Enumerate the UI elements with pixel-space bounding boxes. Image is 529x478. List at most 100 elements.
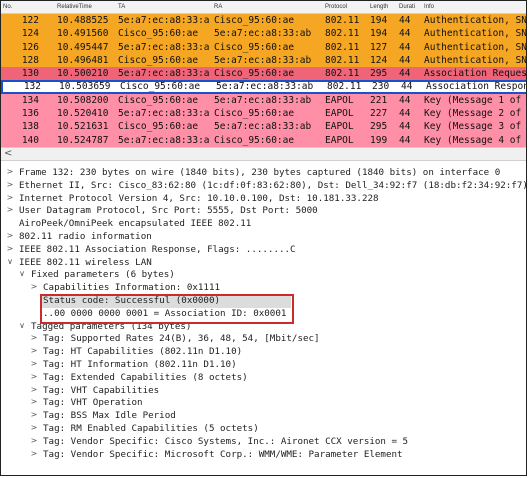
horizontal-scrollbar[interactable]: < [1, 147, 526, 161]
expand-chevron-icon[interactable]: > [29, 436, 39, 445]
packet-cell-ra: Cisco_95:60:ae [214, 15, 295, 26]
detail-tree-item[interactable]: ∨ IEEE 802.11 wireless LAN [1, 257, 526, 270]
packet-cell-info: Key (Message 2 of 4) [424, 108, 527, 120]
packet-cell-dur: 44 [399, 68, 411, 80]
packet-cell-no: 140 [21, 134, 39, 146]
expand-chevron-icon[interactable]: > [5, 193, 15, 202]
collapse-chevron-icon[interactable]: ∨ [17, 321, 27, 330]
packet-cell-ra: 5e:a7:ec:a8:33:ab [216, 81, 314, 93]
packet-row[interactable]: 140 10.524787 5e:a7:ec:a8:33:ab Cisco_95:60… [1, 133, 527, 147]
packet-row[interactable]: 122 10.488525 5e:a7:ec:a8:33:ab Cisco_95:60… [1, 14, 526, 28]
packet-cell-ra: Cisco_95:60:ae [214, 41, 295, 53]
collapse-chevron-icon[interactable]: ∨ [5, 257, 15, 266]
column-header-ra[interactable]: RA [214, 4, 222, 10]
detail-tree-item[interactable]: > Tag: VHT Operation [1, 397, 526, 410]
packet-cell-dur: 44 [399, 28, 411, 40]
detail-tree-label: User Datagram Protocol, Src Port: 5555, … [19, 205, 318, 217]
packet-cell-ra: Cisco_95:60:ae [214, 134, 295, 146]
expand-chevron-icon[interactable]: > [29, 282, 39, 291]
detail-tree-item[interactable]: > Tag: Vendor Specific: Microsoft Corp.: … [1, 449, 526, 462]
column-header-ta[interactable]: TA [118, 4, 125, 10]
packet-cell-time: 10.488525 [57, 15, 109, 26]
detail-tree-item[interactable]: > Tag: RM Enabled Capabilities (5 octets) [1, 423, 526, 436]
packet-cell-info: Key (Message 3 of 4) [424, 121, 527, 133]
packet-cell-ta: Cisco_95:60:ae [118, 54, 199, 66]
packet-row-selected[interactable]: 132 10.503659 Cisco_95:60:ae 5e:a7:ec:a8:33… [1, 80, 527, 94]
expand-chevron-icon[interactable]: > [29, 397, 39, 406]
packet-cell-len: 194 [370, 28, 388, 40]
packet-row[interactable]: 126 10.495447 5e:a7:ec:a8:33:ab Cisco_95:60… [1, 40, 527, 54]
packet-cell-proto: 802.11 [325, 41, 360, 53]
detail-tree-item[interactable]: > Ethernet II, Src: Cisco_83:62:80 (1c:df… [1, 180, 526, 193]
packet-cell-ta: 5e:a7:ec:a8:33:ab [118, 108, 210, 120]
expand-chevron-icon[interactable]: > [29, 423, 39, 432]
packet-cell-dur: 44 [399, 15, 411, 26]
packet-cell-dur: 44 [399, 41, 411, 53]
detail-tree-item[interactable]: > Tag: HT Information (802.11n D1.10) [1, 359, 526, 372]
detail-tree-item[interactable]: > IEEE 802.11 Association Response, Flags… [1, 244, 526, 257]
detail-tree-item[interactable]: > Tag: BSS Max Idle Period [1, 410, 526, 423]
detail-tree-item[interactable]: ∨ Fixed parameters (6 bytes) [1, 269, 526, 282]
detail-tree-label: AiroPeek/OmniPeek encapsulated IEEE 802.… [19, 218, 252, 230]
detail-tree-item[interactable]: > Tag: Extended Capabilities (8 octets) [1, 371, 526, 385]
detail-tree-item[interactable]: > Frame 132: 230 bytes on wire (1840 bits… [1, 167, 526, 180]
packet-row[interactable]: 138 10.521631 Cisco_95:60:ae 5e:a7:ec:a8:33… [1, 120, 527, 134]
detail-tree-item[interactable]: Status code: Successful (0x0000) [41, 294, 291, 308]
packet-cell-info: Association Respons [426, 81, 527, 93]
packet-cell-ra: Cisco_95:60:ae [214, 68, 295, 80]
detail-tree-item[interactable]: > Tag: Vendor Specific: Cisco Systems, In… [1, 436, 526, 449]
column-header-no[interactable]: No. [3, 4, 12, 10]
column-header-relativetime[interactable]: RelativeTime [57, 4, 92, 10]
column-header-protocol[interactable]: Protocol [325, 4, 347, 10]
detail-tree-item[interactable]: > Tag: HT Capabilities (802.11n D1.10) [1, 346, 526, 359]
packet-cell-dur: 44 [401, 81, 413, 93]
detail-tree-item[interactable]: AiroPeek/OmniPeek encapsulated IEEE 802.… [1, 218, 526, 231]
expand-chevron-icon[interactable]: > [29, 385, 39, 394]
packet-row[interactable]: 124 10.491560 Cisco_95:60:ae 5e:a7:ec:a8:33… [1, 27, 526, 41]
column-header-duration[interactable]: Durati [399, 4, 415, 10]
expand-chevron-icon[interactable]: > [29, 372, 39, 381]
expand-chevron-icon[interactable]: > [5, 231, 15, 240]
packet-cell-time: 10.521631 [57, 121, 109, 133]
expand-chevron-icon[interactable]: > [29, 449, 39, 458]
detail-tree-item[interactable]: > Tag: VHT Capabilities [1, 384, 526, 398]
packet-cell-time: 10.495447 [57, 41, 109, 53]
packet-cell-no: 130 [21, 68, 39, 80]
packet-cell-proto: 802.11 [325, 15, 360, 26]
packet-row[interactable]: 134 10.508200 Cisco_95:60:ae 5e:a7:ec:a8:33… [1, 93, 526, 108]
detail-tree-label: Tag: Extended Capabilities (8 octets) [43, 371, 248, 383]
expand-chevron-icon[interactable]: > [5, 205, 15, 214]
packet-cell-len: 295 [370, 121, 388, 133]
scroll-left-icon[interactable]: < [4, 148, 12, 159]
expand-chevron-icon[interactable]: > [5, 244, 15, 253]
expand-chevron-icon[interactable]: > [29, 346, 39, 355]
packet-cell-proto: EAPOL [325, 94, 354, 106]
detail-tree-item[interactable]: > Tag: Supported Rates 24(B), 36, 48, 54,… [1, 333, 526, 346]
detail-tree-label: Tag: VHT Capabilities [43, 384, 160, 396]
detail-tree-item[interactable]: > Capabilities Information: 0x1111 [1, 282, 526, 295]
column-header-length[interactable]: Length [370, 4, 388, 10]
packet-cell-ta: Cisco_95:60:ae [120, 81, 201, 93]
detail-tree-item[interactable]: > Internet Protocol Version 4, Src: 10.10… [1, 193, 526, 206]
packet-row[interactable]: 136 10.520410 5e:a7:ec:a8:33:ab Cisco_95:60… [1, 107, 527, 121]
collapse-chevron-icon[interactable]: ∨ [17, 269, 27, 278]
packet-cell-info: Key (Message 4 of 4) [424, 134, 527, 146]
detail-tree-label: Tag: VHT Operation [43, 397, 143, 409]
packet-cell-info: Authentication, SN=2 [424, 41, 527, 53]
expand-chevron-icon[interactable]: > [5, 167, 15, 176]
expand-chevron-icon[interactable]: > [29, 410, 39, 419]
packet-row[interactable]: 130 10.500210 5e:a7:ec:a8:33:ab Cisco_95:60… [1, 67, 526, 81]
expand-chevron-icon[interactable]: > [5, 180, 15, 189]
packet-cell-dur: 44 [399, 108, 411, 120]
packet-row[interactable]: 128 10.496481 Cisco_95:60:ae 5e:a7:ec:a8:33… [1, 53, 526, 68]
detail-tree-item[interactable]: ∨ Tagged parameters (134 bytes) [1, 321, 526, 334]
column-header-info[interactable]: Info [424, 4, 434, 10]
packet-cell-time: 10.524787 [57, 134, 109, 146]
expand-chevron-icon[interactable]: > [29, 333, 39, 342]
detail-tree-item[interactable]: > User Datagram Protocol, Src Port: 5555,… [1, 205, 526, 218]
detail-tree-item[interactable]: ..00 0000 0000 0001 = Association ID: 0x… [1, 308, 526, 321]
expand-chevron-icon[interactable]: > [29, 359, 39, 368]
detail-tree-item[interactable]: >802.11 radio information [1, 231, 526, 244]
detail-tree-label: Status code: Successful (0x0000) [43, 294, 221, 306]
packet-cell-time: 10.503659 [59, 81, 111, 93]
